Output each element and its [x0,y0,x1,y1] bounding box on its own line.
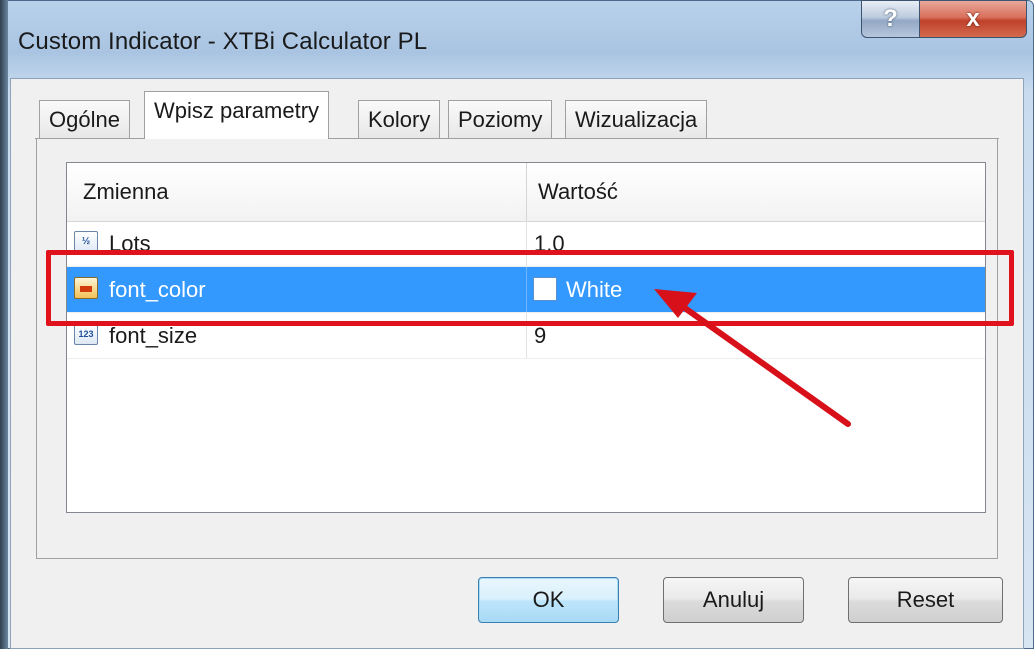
column-header-variable[interactable]: Zmienna [83,163,169,221]
highlight-box [46,250,1014,326]
column-divider[interactable] [526,163,527,221]
column-header-value[interactable]: Wartość [538,163,618,221]
parameters-table: Zmienna Wartość ½ Lots 1.0 font_color Wh… [66,162,986,513]
window-title: Custom Indicator - XTBi Calculator PL [18,28,428,55]
integer-icon: 123 [74,323,98,345]
tab-inputs[interactable]: Wpisz parametry [144,91,330,139]
tab-colors[interactable]: Kolory [358,100,441,140]
tab-visualization[interactable]: Wizualizacja [565,100,708,140]
table-header: Zmienna Wartość [67,163,985,222]
ok-button[interactable]: OK [478,577,619,623]
tab-levels[interactable]: Poziomy [448,100,553,140]
tab-general[interactable]: Ogólne [39,100,130,140]
window-edge [0,0,8,649]
cancel-button[interactable]: Anuluj [663,577,804,623]
help-button[interactable]: ? [861,0,920,38]
close-button[interactable]: x [919,0,1027,38]
reset-button[interactable]: Reset [848,577,1003,623]
